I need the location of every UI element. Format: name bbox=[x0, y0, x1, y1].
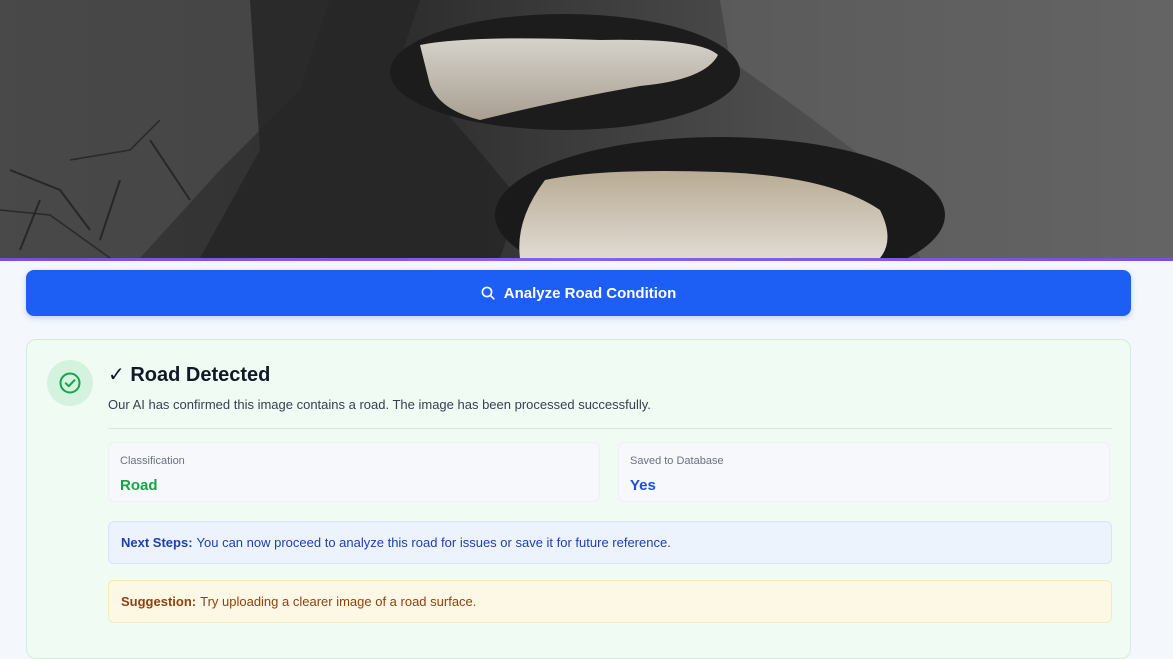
search-icon bbox=[481, 286, 495, 300]
check-circle-icon bbox=[47, 360, 93, 406]
suggestion-heading: Suggestion: bbox=[121, 594, 197, 609]
next-steps-note: Next Steps: You can now proceed to analy… bbox=[108, 521, 1112, 564]
result-card: ✓ Road Detected Our AI has confirmed thi… bbox=[26, 339, 1131, 659]
saved-to-database-value: Yes bbox=[630, 477, 656, 494]
result-title: ✓ Road Detected bbox=[108, 364, 271, 386]
image-accent-border bbox=[0, 258, 1173, 261]
classification-box: Classification Road bbox=[108, 442, 600, 502]
divider bbox=[108, 428, 1112, 429]
suggestion-text: Try uploading a clearer image of a road … bbox=[200, 594, 477, 609]
next-steps-heading: Next Steps: bbox=[121, 535, 193, 550]
classification-value: Road bbox=[120, 477, 158, 494]
analyze-road-condition-button[interactable]: Analyze Road Condition bbox=[26, 270, 1131, 316]
analyze-button-label: Analyze Road Condition bbox=[503, 284, 677, 302]
next-steps-text: You can now proceed to analyze this road… bbox=[196, 535, 671, 550]
road-pothole-photo bbox=[0, 0, 1173, 258]
classification-label: Classification bbox=[120, 455, 185, 467]
result-description: Our AI has confirmed this image contains… bbox=[108, 397, 651, 412]
saved-to-database-box: Saved to Database Yes bbox=[618, 442, 1110, 502]
suggestion-note: Suggestion: Try uploading a clearer imag… bbox=[108, 580, 1112, 623]
uploaded-road-image bbox=[0, 0, 1173, 258]
saved-to-database-label: Saved to Database bbox=[630, 455, 724, 467]
